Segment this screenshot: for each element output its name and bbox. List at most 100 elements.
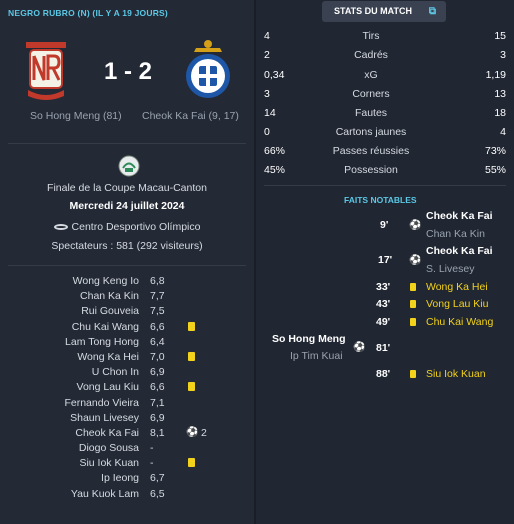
stat-label: xG bbox=[364, 69, 378, 81]
stat-away-value: 4 bbox=[500, 126, 506, 138]
match-stats-button[interactable]: STATS DU MATCH ⧉ bbox=[322, 1, 446, 22]
event-minute: 88' bbox=[376, 368, 391, 380]
stat-row: 2 Cadrés 3 bbox=[256, 48, 514, 64]
player-name: Rui Gouveia bbox=[81, 305, 139, 318]
player-rating: 7,0 bbox=[150, 350, 165, 363]
rating-row[interactable]: Ip Ieong 6,7 bbox=[0, 471, 254, 486]
player-rating: 7,7 bbox=[150, 290, 165, 303]
event-assist[interactable]: Ip Tim Kuai bbox=[290, 350, 343, 362]
stat-away-value: 3 bbox=[500, 49, 506, 61]
stadium-icon bbox=[53, 224, 68, 231]
player-rating: 6,7 bbox=[150, 472, 165, 485]
away-team-badge[interactable] bbox=[184, 38, 232, 102]
stat-away-value: 13 bbox=[494, 88, 506, 100]
event-assist[interactable]: S. Livesey bbox=[426, 263, 474, 275]
player-name: Cheok Ka Fai bbox=[75, 426, 139, 439]
stat-row: 0,34 xG 1,19 bbox=[256, 68, 514, 84]
stat-label: Passes réussies bbox=[332, 145, 410, 157]
event-minute: 33' bbox=[376, 281, 391, 293]
stat-row: 66% Passes réussies 73% bbox=[256, 144, 514, 160]
event-player[interactable]: Cheok Ka Fai bbox=[426, 210, 493, 222]
stat-away-value: 73% bbox=[484, 145, 506, 157]
divider-line bbox=[8, 143, 246, 144]
rating-row[interactable]: U Chon In 6,9 bbox=[0, 365, 254, 380]
player-name: Lam Tong Hong bbox=[65, 335, 139, 348]
stat-label: Cadrés bbox=[354, 49, 388, 61]
event-player[interactable]: Chu Kai Wang bbox=[426, 316, 493, 328]
stadium-line[interactable]: Centro Desportivo Olímpico bbox=[0, 221, 254, 233]
rating-row[interactable]: Lam Tong Hong 6,4 bbox=[0, 335, 254, 350]
rating-row[interactable]: Siu Iok Kuan - bbox=[0, 456, 254, 471]
event-player[interactable]: Wong Ka Hei bbox=[426, 281, 488, 293]
stadium-name: Centro Desportivo Olímpico bbox=[71, 221, 201, 233]
stat-away-value: 15 bbox=[494, 30, 506, 42]
stat-away-value: 1,19 bbox=[485, 69, 506, 81]
player-rating: 6,8 bbox=[150, 275, 165, 287]
yellow-card-icon bbox=[410, 370, 416, 378]
stat-label: Corners bbox=[352, 88, 390, 100]
match-stats-label: STATS DU MATCH bbox=[334, 6, 412, 16]
stat-row: 4 Tirs 15 bbox=[256, 29, 514, 45]
event-minute: 49' bbox=[376, 316, 391, 328]
stat-row: 14 Fautes 18 bbox=[256, 106, 514, 122]
stat-row: 45% Possession 55% bbox=[256, 163, 514, 179]
competition-name[interactable]: Finale de la Coupe Macau-Canton bbox=[0, 182, 254, 194]
spectators-count: Spectateurs : 581 (292 visiteurs) bbox=[51, 240, 203, 252]
player-name: U Chon In bbox=[91, 366, 139, 379]
event-player[interactable]: So Hong Meng bbox=[272, 333, 346, 345]
football-icon: ⚽ bbox=[353, 342, 366, 353]
rating-row[interactable]: Chan Ka Kin 7,7 bbox=[0, 289, 254, 304]
rating-row[interactable]: Wong Keng Io 6,8 bbox=[0, 274, 254, 289]
event-minute: 81' bbox=[376, 342, 391, 354]
home-team-badge[interactable] bbox=[24, 40, 68, 102]
player-name: Diogo Sousa bbox=[78, 442, 139, 455]
football-icon: ⚽ bbox=[409, 255, 422, 266]
stat-row: 0 Cartons jaunes 4 bbox=[256, 125, 514, 141]
event-minute: 43' bbox=[376, 298, 391, 310]
rating-row[interactable]: Cheok Ka Fai 8,1 ⚽ 2 bbox=[0, 426, 254, 441]
event-player[interactable]: Vong Lau Kiu bbox=[426, 298, 488, 310]
rating-row[interactable]: Rui Gouveia 7,5 bbox=[0, 304, 254, 319]
rating-row[interactable]: Yau Kuok Lam 6,5 bbox=[0, 487, 254, 502]
player-name: Vong Lau Kiu bbox=[76, 381, 139, 394]
player-rating: 6,9 bbox=[150, 366, 165, 379]
player-rating: 8,1 bbox=[150, 426, 165, 439]
goal-count: 2 bbox=[201, 426, 207, 439]
event-minute: 17' bbox=[378, 254, 393, 266]
player-rating: 6,6 bbox=[150, 381, 165, 394]
player-ratings-list: Wong Keng Io 6,8 Chan Ka Kin 7,7 Rui Gouve… bbox=[0, 274, 254, 502]
away-scorers: Cheok Ka Fai (9, 17) bbox=[142, 110, 239, 122]
match-score: 1 - 2 bbox=[103, 58, 153, 85]
rating-row[interactable]: Fernando Vieira 7,1 bbox=[0, 396, 254, 411]
yellow-card-icon bbox=[188, 458, 195, 468]
divider-line bbox=[8, 265, 246, 266]
event-player[interactable]: Cheok Ka Fai bbox=[426, 245, 493, 257]
football-icon: ⚽ bbox=[186, 426, 199, 438]
event-assist[interactable]: Chan Ka Kin bbox=[426, 228, 485, 240]
player-name: Siu Iok Kuan bbox=[79, 457, 139, 470]
player-name: Wong Keng Io bbox=[72, 275, 139, 287]
yellow-card-icon bbox=[410, 300, 416, 308]
player-rating: - bbox=[150, 457, 154, 470]
yellow-card-icon bbox=[188, 382, 195, 392]
player-rating: 7,5 bbox=[150, 305, 165, 318]
home-scorers: So Hong Meng (81) bbox=[30, 110, 122, 122]
player-rating: 7,1 bbox=[150, 396, 165, 409]
divider-line bbox=[264, 185, 506, 186]
rating-row[interactable]: Diogo Sousa - bbox=[0, 441, 254, 456]
player-name: Yau Kuok Lam bbox=[70, 487, 139, 500]
yellow-card-icon bbox=[188, 351, 195, 361]
competition-logo-icon bbox=[118, 155, 140, 177]
player-name: Wong Ka Hei bbox=[77, 350, 139, 363]
match-date: Mercredi 24 juillet 2024 bbox=[69, 200, 185, 212]
event-player[interactable]: Siu Iok Kuan bbox=[426, 368, 486, 380]
player-name: Chan Ka Kin bbox=[80, 290, 139, 303]
rating-row[interactable]: Wong Ka Hei 7,0 bbox=[0, 350, 254, 365]
stat-row: 3 Corners 13 bbox=[256, 87, 514, 103]
rating-row[interactable]: Chu Kai Wang 6,6 bbox=[0, 320, 254, 335]
yellow-card-icon bbox=[410, 283, 416, 291]
external-link-icon: ⧉ bbox=[428, 6, 436, 17]
stat-label: Fautes bbox=[354, 107, 388, 119]
rating-row[interactable]: Shaun Livesey 6,9 bbox=[0, 411, 254, 426]
rating-row[interactable]: Vong Lau Kiu 6,6 bbox=[0, 380, 254, 395]
